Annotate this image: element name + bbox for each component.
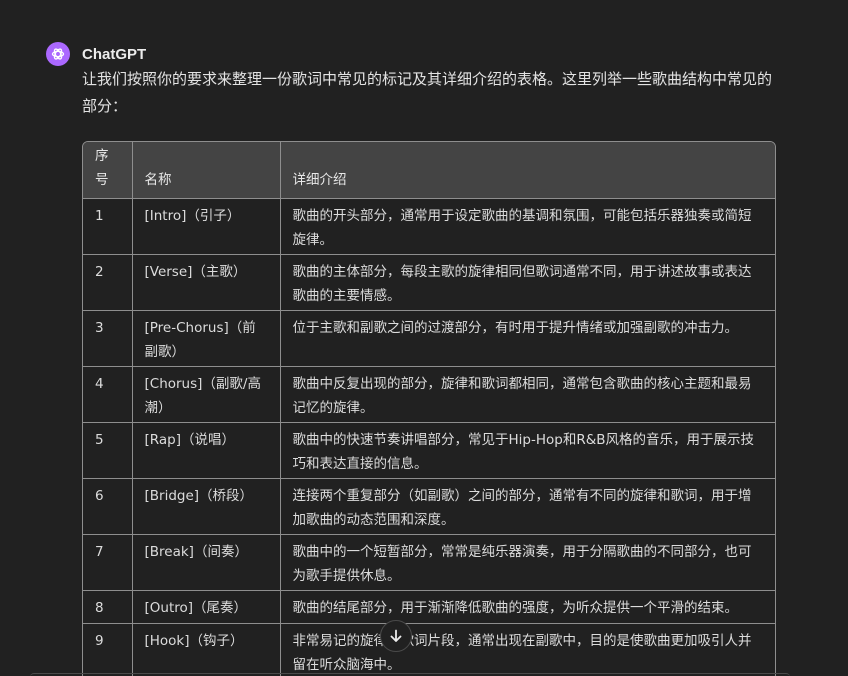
table-row: 1 [Intro]（引子） 歌曲的开头部分，通常用于设定歌曲的基调和氛围，可能包… (83, 198, 775, 255)
chat-view: ChatGPT 让我们按照你的要求来整理一份歌词中常见的标记及其详细介绍的表格。… (0, 0, 848, 676)
cell-name: [Outro]（尾奏） (132, 590, 281, 624)
cell-number: 1 (83, 198, 133, 255)
table-row: 4 [Chorus]（副歌/高潮） 歌曲中反复出现的部分，旋律和歌词都相同，通常… (83, 366, 775, 423)
cell-description: 连接两个重复部分（如副歌）之间的部分，通常有不同的旋律和歌词，用于增加歌曲的动态… (280, 478, 775, 535)
cell-description: 歌曲中的一个短暂部分，常常是纯乐器演奏，用于分隔歌曲的不同部分，也可为歌手提供休… (280, 534, 775, 591)
header-name: 名称 (132, 142, 281, 199)
cell-number: 4 (83, 366, 133, 423)
cell-number: 7 (83, 534, 133, 591)
header-description: 详细介绍 (280, 142, 775, 199)
cell-number: 2 (83, 254, 133, 311)
cell-number: 3 (83, 310, 133, 367)
header-number: 序号 (83, 142, 133, 199)
cell-name: [Verse]（主歌） (132, 254, 281, 311)
lyrics-markers-table: 序号 名称 详细介绍 1 [Intro]（引子） 歌曲的开头部分，通常用于设定歌… (82, 141, 776, 676)
cell-description: 歌曲的结尾部分，用于渐渐降低歌曲的强度，为听众提供一个平滑的结束。 (280, 590, 775, 624)
table-row: 7 [Break]（间奏） 歌曲中的一个短暂部分，常常是纯乐器演奏，用于分隔歌曲… (83, 534, 775, 591)
cell-description: 位于主歌和副歌之间的过渡部分，有时用于提升情绪或加强副歌的冲击力。 (280, 310, 775, 367)
table-row: 2 [Verse]（主歌） 歌曲的主体部分，每段主歌的旋律相同但歌词通常不同，用… (83, 254, 775, 311)
cell-name: [Chorus]（副歌/高潮） (132, 366, 281, 423)
cell-name: [Hook]（钩子） (132, 623, 281, 676)
cell-number: 8 (83, 590, 133, 624)
cell-description: 歌曲中反复出现的部分，旋律和歌词都相同，通常包含歌曲的核心主题和最易记忆的旋律。 (280, 366, 775, 423)
table-row: 5 [Rap]（说唱） 歌曲中的快速节奏讲唱部分，常见于Hip-Hop和R&B风… (83, 422, 775, 479)
cell-name: [Rap]（说唱） (132, 422, 281, 479)
cell-description: 非常易记的旋律或歌词片段，通常出现在副歌中，目的是使歌曲更加吸引人并留在听众脑海… (280, 623, 775, 676)
message-header: ChatGPT (46, 42, 146, 66)
author-name: ChatGPT (82, 45, 147, 63)
table-row: 9 [Hook]（钩子） 非常易记的旋律或歌词片段，通常出现在副歌中，目的是使歌… (83, 623, 775, 676)
cell-number: 9 (83, 623, 133, 676)
cell-name: [Bridge]（桥段） (132, 478, 281, 535)
cell-name: [Pre-Chorus]（前副歌） (132, 310, 281, 367)
cell-name: [Intro]（引子） (132, 198, 281, 255)
cell-number: 5 (83, 422, 133, 479)
table-row: 6 [Bridge]（桥段） 连接两个重复部分（如副歌）之间的部分，通常有不同的… (83, 478, 775, 535)
cell-name: [Break]（间奏） (132, 534, 281, 591)
table-row: 3 [Pre-Chorus]（前副歌） 位于主歌和副歌之间的过渡部分，有时用于提… (83, 310, 775, 367)
message-intro: 让我们按照你的要求来整理一份歌词中常见的标记及其详细介绍的表格。这里列举一些歌曲… (82, 70, 773, 115)
cell-description: 歌曲的开头部分，通常用于设定歌曲的基调和氛围，可能包括乐器独奏或简短旋律。 (280, 198, 775, 255)
arrow-down-icon (390, 629, 402, 642)
cell-number: 6 (83, 478, 133, 535)
openai-logo-icon (51, 48, 65, 60)
table-header-row: 序号 名称 详细介绍 (83, 142, 775, 199)
avatar (46, 42, 70, 66)
cell-description: 歌曲中的快速节奏讲唱部分，常见于Hip-Hop和R&B风格的音乐，用于展示技巧和… (280, 422, 775, 479)
table-row: 8 [Outro]（尾奏） 歌曲的结尾部分，用于渐渐降低歌曲的强度，为听众提供一… (83, 590, 775, 624)
scroll-to-bottom-button[interactable] (380, 620, 412, 652)
cell-description: 歌曲的主体部分，每段主歌的旋律相同但歌词通常不同，用于讲述故事或表达歌曲的主要情… (280, 254, 775, 311)
